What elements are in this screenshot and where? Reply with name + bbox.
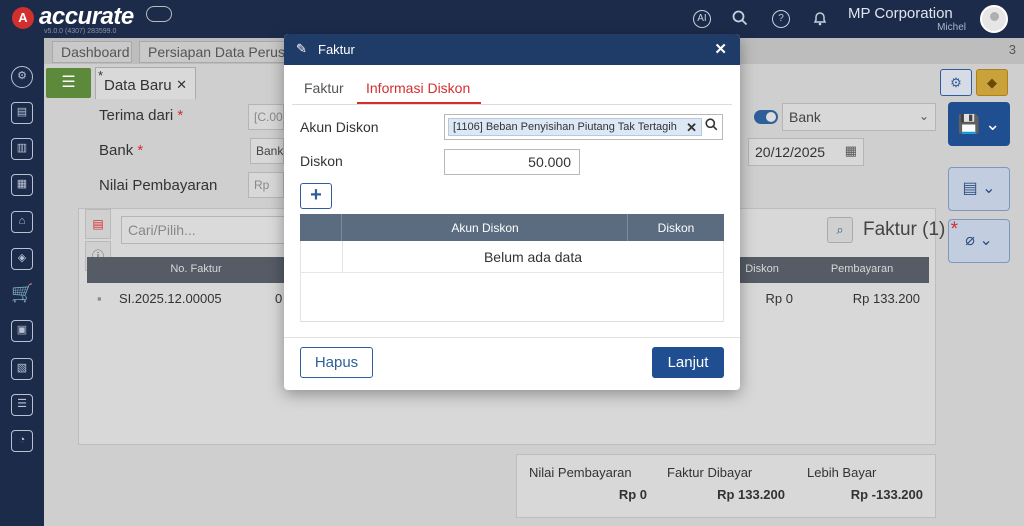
empty-state-text: Belum ada data bbox=[483, 249, 583, 265]
table-bottom-line bbox=[300, 321, 724, 322]
akun-diskon-field[interactable]: [1106] Beban Penyisihan Piutang Tak Tert… bbox=[444, 114, 723, 140]
tab-informasi-diskon[interactable]: Informasi Diskon bbox=[366, 80, 470, 96]
modal-footer-divider bbox=[284, 337, 740, 338]
akun-diskon-value: [1106] Beban Penyisihan Piutang Tak Tert… bbox=[453, 121, 677, 133]
modal-header: ✎ Faktur ✕ bbox=[284, 34, 740, 65]
tab-divider bbox=[292, 104, 732, 105]
lanjut-button[interactable]: Lanjut bbox=[652, 347, 724, 378]
remove-icon[interactable]: ✕ bbox=[686, 120, 697, 135]
diskon-label: Diskon bbox=[300, 153, 343, 169]
tab-faktur[interactable]: Faktur bbox=[304, 80, 344, 96]
faktur-modal: ✎ Faktur ✕ Faktur Informasi Diskon Akun … bbox=[284, 34, 740, 390]
diskon-table-body: Belum ada data bbox=[300, 241, 724, 321]
diskon-table-header: Akun Diskon Diskon bbox=[300, 214, 724, 241]
col-diskon: Diskon bbox=[657, 221, 695, 235]
akun-diskon-chip: [1106] Beban Penyisihan Piutang Tak Tert… bbox=[448, 118, 702, 136]
search-icon[interactable] bbox=[705, 118, 718, 134]
close-icon[interactable]: ✕ bbox=[714, 40, 727, 58]
col-akun-diskon: Akun Diskon bbox=[451, 221, 519, 235]
add-row-button[interactable]: + bbox=[300, 183, 332, 209]
modal-title: Faktur bbox=[318, 42, 355, 57]
diskon-field[interactable]: 50.000 bbox=[444, 149, 580, 175]
pencil-icon: ✎ bbox=[296, 41, 307, 56]
empty-row: Belum ada data bbox=[301, 241, 723, 273]
active-tab-indicator bbox=[357, 102, 481, 104]
hapus-button[interactable]: Hapus bbox=[300, 347, 373, 378]
akun-diskon-label: Akun Diskon bbox=[300, 119, 379, 135]
